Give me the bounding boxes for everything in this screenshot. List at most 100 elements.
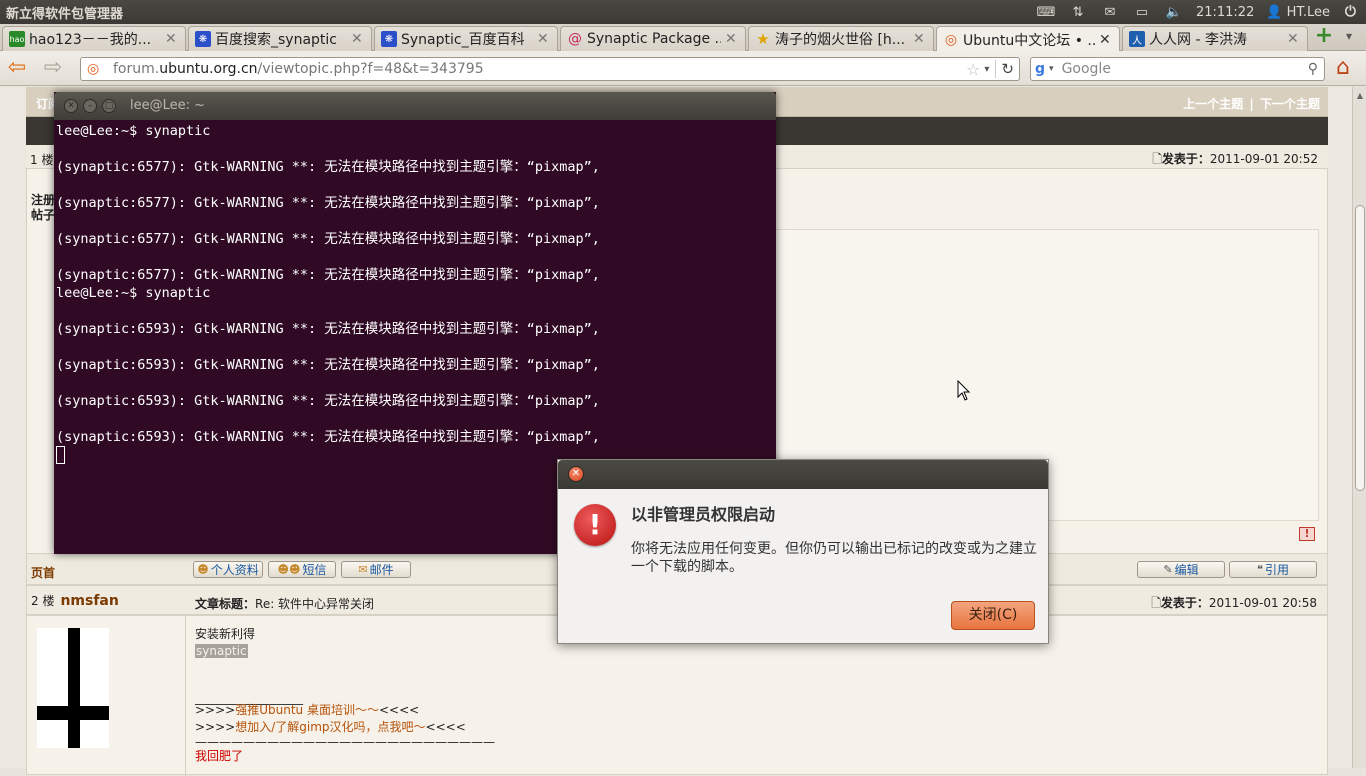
url-text[interactable]: forum.ubuntu.org.cn/viewtopic.php?f=48&t… [113, 61, 966, 77]
terminal-output[interactable]: lee@Lee:~$ synaptic (synaptic:6577): Gtk… [56, 122, 600, 446]
user-menu[interactable]: 👤 HT.Lee [1266, 5, 1330, 20]
tab-ubuntu-forum[interactable]: ◎ Ubuntu中文论坛 • ... ✕ [936, 26, 1120, 52]
search-icon[interactable]: ⚲ [1308, 61, 1318, 77]
tab-close-icon[interactable]: ✕ [1099, 32, 1113, 48]
dialog-titlebar[interactable]: ✕ [558, 460, 1048, 489]
tab-label: 涛子的烟火世俗 [h... [775, 32, 906, 48]
post-2-time: 🗋发表于：2011-09-01 20:58 [1151, 596, 1317, 610]
baidu-favicon-icon: ❋ [381, 31, 397, 47]
post-1-author-info: 注册 帖子 [31, 193, 56, 222]
doc-icon: 🗋 [1151, 596, 1161, 610]
minimize-icon[interactable]: – [83, 99, 97, 113]
email-button[interactable]: ✉ 邮件 [341, 561, 411, 578]
post-2-author[interactable]: nmsfan [60, 593, 118, 609]
selected-text: synaptic [195, 644, 248, 658]
tab-synaptic-package[interactable]: @ Synaptic Package ... ✕ [560, 26, 746, 51]
maximize-icon[interactable]: □ [102, 99, 116, 113]
next-topic-link[interactable]: 下一个主题 [1260, 97, 1320, 111]
terminal-title: lee@Lee: ~ [130, 98, 206, 113]
tab-close-icon[interactable]: ✕ [725, 31, 739, 47]
history-chevron-down-icon[interactable]: ▾ [984, 64, 989, 75]
desktop-training-link[interactable]: 强推Ubuntu 桌面培训～～ [235, 703, 379, 717]
tab-baidu-baike[interactable]: ❋ Synaptic_百度百科 ✕ [374, 26, 558, 51]
post-2-title: 文章标题：Re: 软件中心异常关闭 [195, 597, 375, 611]
tab-close-icon[interactable]: ✕ [913, 31, 927, 47]
signature-dash-line: ————————————————————————— [195, 735, 495, 749]
network-icon[interactable]: ⇅ [1068, 5, 1088, 20]
star-favicon-icon: ★ [756, 30, 770, 48]
search-input[interactable]: Google [1062, 61, 1308, 77]
search-bar[interactable]: g ▾ Google ⚲ [1030, 57, 1325, 81]
tab-label: Ubuntu中文论坛 • ... [963, 32, 1095, 49]
app-title: 新立得软件包管理器 [6, 6, 124, 22]
tab-close-icon[interactable]: ✕ [537, 31, 551, 47]
power-icon[interactable]: ⏻ [1345, 4, 1356, 20]
navigation-bar: ⇦ ⇨ ◎ forum.ubuntu.org.cn/viewtopic.php?… [0, 51, 1366, 86]
back-to-top-link[interactable]: 页首 [31, 564, 55, 581]
post-1-time: 🗋发表于：2011-09-01 20:52 [1152, 152, 1318, 166]
mouse-pointer-icon [957, 380, 971, 401]
topic-nav: 上一个主题 | 下一个主题 [1183, 95, 1320, 112]
tab-label: 人人网 - 李洪涛 [1149, 32, 1247, 48]
gimp-translation-link[interactable]: 想加入/了解gimp汉化吗，点我吧～ [235, 720, 425, 734]
tab-bar: hao hao123－－我的... ✕ ❋ 百度搜索_synaptic ✕ ❋ … [0, 24, 1366, 52]
system-tray: ⌨ ⇅ ✉ ▭ 🔈 21:11:22 👤 HT.Lee [1036, 0, 1366, 24]
tab-label: hao123－－我的... [29, 32, 152, 48]
avatar [37, 628, 109, 748]
baidu-favicon-icon: ❋ [195, 31, 211, 47]
back-button[interactable]: ⇦ [4, 57, 30, 79]
signature-line-1: >>>>强推Ubuntu 桌面培训～～<<<< [195, 703, 420, 717]
new-tab-button[interactable]: + [1314, 25, 1334, 47]
pencil-icon: ✎ [1163, 563, 1173, 576]
terminal-titlebar[interactable]: ✕ – □ lee@Lee: ~ [54, 92, 776, 120]
dialog-close-icon[interactable]: ✕ [568, 466, 584, 482]
bookmark-star-icon[interactable]: ☆ [966, 60, 980, 79]
battery-icon[interactable]: ▭ [1132, 5, 1152, 20]
home-icon[interactable]: ⌂ [1336, 56, 1360, 80]
tab-label: Synaptic_百度百科 [401, 32, 525, 48]
close-button[interactable]: 关闭(C) [951, 601, 1035, 630]
signature-red-line: 我回肥了 [195, 749, 244, 763]
page-scrollbar[interactable]: ▲ [1352, 87, 1366, 768]
tab-close-icon[interactable]: ✕ [1287, 31, 1301, 47]
post-2-floor: 2 楼 nmsfan [31, 593, 119, 609]
post-2-content: 安装新利得 synaptic __________________ >>>>强推… [195, 626, 495, 765]
tab-hao123[interactable]: hao hao123－－我的... ✕ [2, 26, 186, 51]
keyboard-icon[interactable]: ⌨ [1036, 5, 1056, 20]
tab-renren[interactable]: 人 人人网 - 李洪涛 ✕ [1122, 26, 1308, 51]
google-engine-icon[interactable]: g [1035, 61, 1045, 77]
terminal-cursor [56, 446, 65, 464]
tab-label: 百度搜索_synaptic [215, 32, 337, 48]
tab-blog[interactable]: ★ 涛子的烟火世俗 [h... ✕ [748, 26, 934, 51]
clock[interactable]: 21:11:22 [1196, 5, 1254, 20]
pm-button[interactable]: ☻☻ 短信 [268, 561, 336, 578]
tab-close-icon[interactable]: ✕ [351, 31, 365, 47]
user-name: HT.Lee [1286, 4, 1330, 20]
forward-button[interactable]: ⇨ [40, 57, 66, 79]
post-2-line1: 安装新利得 [195, 627, 256, 641]
scroll-up-icon[interactable]: ▲ [1355, 91, 1365, 100]
edit-button[interactable]: ✎ 编辑 [1137, 561, 1225, 578]
site-identity-icon[interactable]: ◎ [87, 61, 105, 77]
dialog-title: 以非管理员权限启动 [631, 505, 776, 524]
volume-icon[interactable]: 🔈 [1164, 5, 1184, 20]
engine-chevron-down-icon[interactable]: ▾ [1049, 64, 1054, 74]
quote-button[interactable]: ❝ 引用 [1229, 561, 1317, 578]
mail-icon[interactable]: ✉ [1100, 5, 1120, 20]
ubuntu-favicon-icon: ◎ [944, 31, 958, 48]
scrollbar-thumb[interactable] [1355, 205, 1365, 491]
users-icon: ☻☻ [277, 563, 301, 576]
dialog-message: 你将无法应用任何变更。但你仍可以输出已标记的改变或为之建立一个下载的脚本。 [631, 541, 1037, 575]
tab-list-chevron-down-icon[interactable]: ▾ [1346, 29, 1360, 45]
close-icon[interactable]: ✕ [64, 99, 78, 113]
tab-baidu-search[interactable]: ❋ 百度搜索_synaptic ✕ [188, 26, 372, 51]
profile-button[interactable]: ☻ 个人资料 [193, 561, 263, 578]
divider [185, 616, 186, 776]
address-bar[interactable]: ◎ forum.ubuntu.org.cn/viewtopic.php?f=48… [80, 57, 1020, 81]
user-icon: ☻ [197, 563, 209, 576]
tab-close-icon[interactable]: ✕ [165, 31, 179, 47]
prev-topic-link[interactable]: 上一个主题 [1183, 97, 1243, 111]
report-icon[interactable]: ! [1299, 527, 1315, 541]
envelope-icon: ✉ [358, 563, 368, 576]
reload-icon[interactable]: ↻ [995, 60, 1019, 78]
